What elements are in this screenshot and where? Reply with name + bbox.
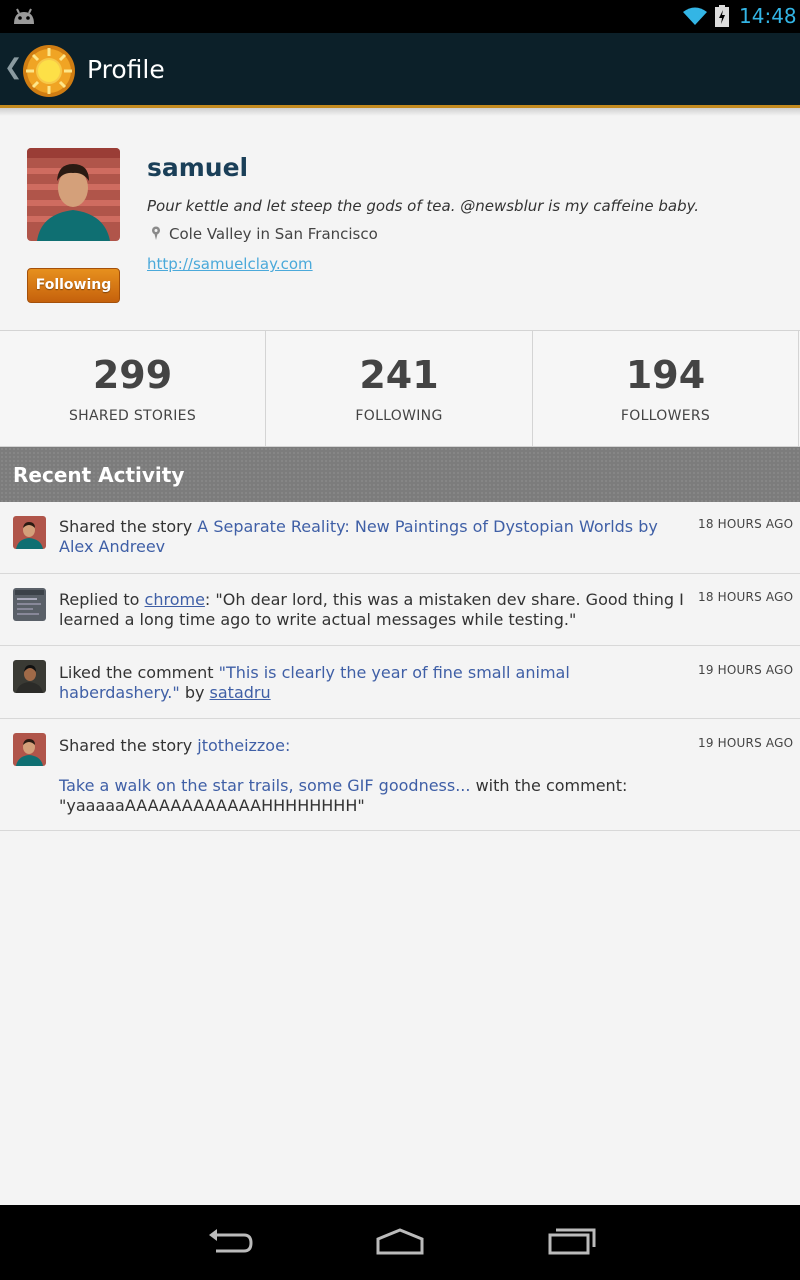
following-button[interactable]: Following bbox=[27, 268, 120, 303]
user-link[interactable]: jtotheizzoe: bbox=[197, 736, 290, 755]
battery-icon bbox=[715, 5, 729, 31]
stat-value: 194 bbox=[625, 353, 706, 397]
activity-prefix: Shared the story bbox=[59, 736, 198, 755]
profile-website-link[interactable]: http://samuelclay.com bbox=[147, 255, 313, 273]
section-title: Recent Activity bbox=[13, 463, 185, 487]
user-link[interactable]: chrome bbox=[145, 590, 205, 609]
activity-text: Replied to chrome: "Oh dear lord, this w… bbox=[59, 590, 684, 630]
activity-prefix: Replied to bbox=[59, 590, 145, 609]
profile-username: samuel bbox=[147, 153, 249, 182]
newsblur-logo-icon[interactable] bbox=[22, 44, 76, 102]
stat-label: FOLLOWERS bbox=[620, 408, 711, 424]
activity-item[interactable]: Replied to chrome: "Oh dear lord, this w… bbox=[0, 574, 800, 646]
stat-label: SHARED STORIES bbox=[68, 408, 197, 424]
activity-by: by bbox=[179, 683, 210, 702]
recent-activity-header: Recent Activity bbox=[0, 447, 800, 502]
android-icon bbox=[12, 6, 36, 30]
status-clock: 14:48 bbox=[739, 4, 797, 28]
stat-value: 299 bbox=[92, 353, 173, 397]
activity-text: Shared the story A Separate Reality: New… bbox=[59, 517, 684, 557]
profile-location: Cole Valley in San Francisco bbox=[147, 225, 378, 244]
activity-text: Liked the comment "This is clearly the y… bbox=[59, 663, 684, 703]
activity-item[interactable]: Shared the story A Separate Reality: New… bbox=[0, 502, 800, 574]
user-link[interactable]: satadru bbox=[210, 683, 271, 702]
activity-item[interactable]: Liked the comment "This is clearly the y… bbox=[0, 646, 800, 719]
activity-timestamp: 18 HOURS AGO bbox=[698, 590, 794, 604]
action-bar: ❮ Profile bbox=[0, 33, 800, 108]
profile-bio: Pour kettle and let steep the gods of te… bbox=[147, 197, 700, 215]
wifi-icon bbox=[682, 6, 708, 30]
activity-text: Shared the story jtotheizzoe: Take a wal… bbox=[59, 736, 684, 816]
activity-item[interactable]: Shared the story jtotheizzoe: Take a wal… bbox=[0, 719, 800, 831]
activity-prefix: Liked the comment bbox=[59, 663, 219, 682]
activity-prefix: Shared the story bbox=[59, 517, 198, 536]
system-nav-bar bbox=[0, 1205, 800, 1280]
activity-timestamp: 19 HOURS AGO bbox=[698, 663, 794, 677]
recent-apps-icon[interactable] bbox=[547, 1225, 597, 1263]
activity-timestamp: 19 HOURS AGO bbox=[698, 736, 794, 750]
stat-shared-stories[interactable]: 299 SHARED STORIES bbox=[0, 331, 266, 447]
activity-avatar bbox=[13, 660, 46, 693]
story-link[interactable]: Take a walk on the star trails, some GIF… bbox=[59, 776, 470, 795]
stat-followers[interactable]: 194 FOLLOWERS bbox=[533, 331, 799, 447]
profile-stats: 299 SHARED STORIES 241 FOLLOWING 194 FOL… bbox=[0, 330, 800, 447]
activity-avatar bbox=[13, 733, 46, 766]
activity-avatar bbox=[13, 588, 46, 621]
back-chevron-icon[interactable]: ❮ bbox=[4, 55, 22, 80]
home-icon[interactable] bbox=[375, 1225, 425, 1263]
profile-avatar bbox=[27, 148, 120, 241]
activity-avatar bbox=[13, 516, 46, 549]
action-bar-shadow bbox=[0, 108, 800, 116]
stat-value: 241 bbox=[359, 353, 439, 397]
location-text: Cole Valley in San Francisco bbox=[169, 225, 378, 243]
stat-following[interactable]: 241 FOLLOWING bbox=[266, 331, 533, 447]
status-bar: 14:48 bbox=[0, 0, 800, 33]
stat-label: FOLLOWING bbox=[355, 408, 443, 424]
activity-timestamp: 18 HOURS AGO bbox=[698, 517, 794, 531]
back-icon[interactable] bbox=[206, 1225, 254, 1263]
page-title: Profile bbox=[87, 55, 165, 84]
location-pin-icon bbox=[151, 226, 161, 244]
